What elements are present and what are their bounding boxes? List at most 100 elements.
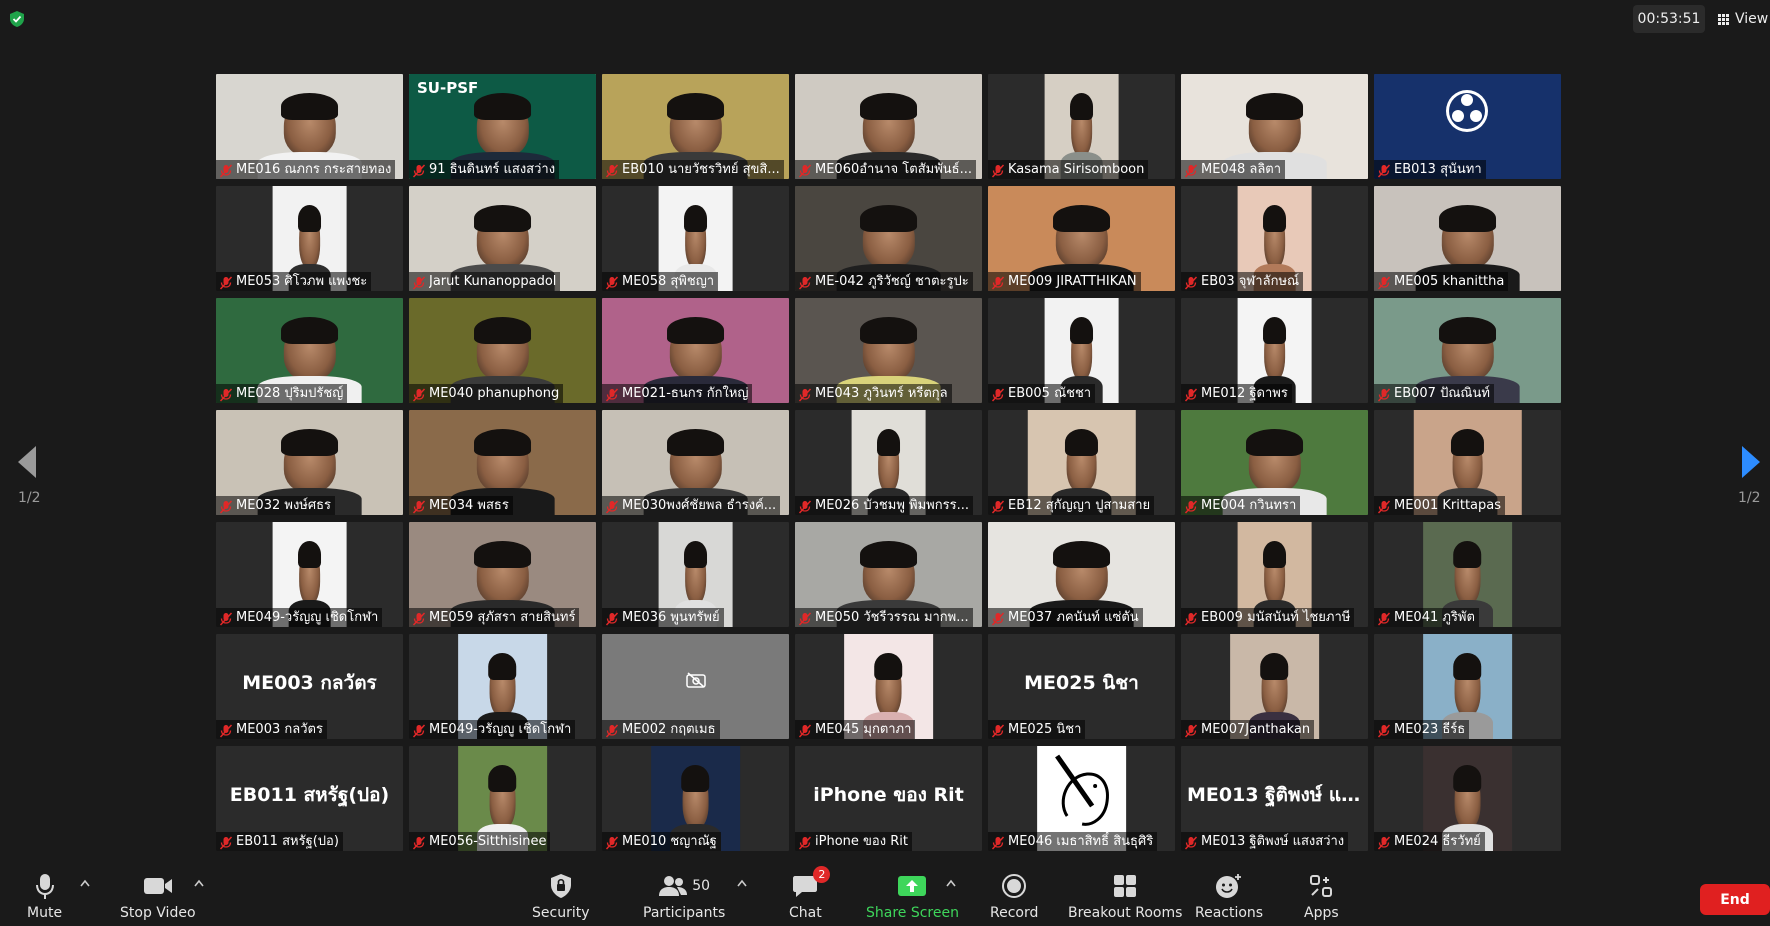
muted-mic-icon [219, 723, 233, 738]
participant-tile[interactable]: Kasama Sirisomboon [988, 74, 1175, 179]
participant-tile[interactable]: ME009 JIRATTHIKAN [988, 186, 1175, 291]
participant-tile[interactable]: ME024 ธีรวัทย์ [1374, 746, 1561, 851]
participant-hair [1262, 204, 1287, 233]
participant-tile[interactable]: EB011 สหรัฐ(ปอ) EB011 สหรัฐ(ปอ) [216, 746, 403, 851]
security-label: Security [532, 905, 590, 921]
participants-button[interactable]: 50 Participants [643, 872, 725, 921]
participant-name-label: ME028 ปุริมปรัชญ์ [216, 384, 348, 403]
participant-tile[interactable]: ME034 พสธร [409, 410, 596, 515]
participant-tile[interactable]: ME060อำนาจ โตสัมพันธ์... [795, 74, 982, 179]
muted-mic-icon [991, 387, 1005, 402]
muted-mic-icon [412, 499, 426, 514]
participant-tile[interactable]: ME004 กวินทรา [1181, 410, 1368, 515]
participant-display-name: ME013 ฐิติพงษ์ แ... [1187, 784, 1363, 806]
participant-name-label: ME023 ธีร์ธ [1374, 720, 1470, 739]
participant-tile[interactable]: ME053 ศิโวภพ แพงชะ [216, 186, 403, 291]
participant-tile[interactable]: EB013 สุนันทา [1374, 74, 1561, 179]
participant-tile[interactable]: ME003 กลวัตร ME003 กลวัตร [216, 634, 403, 739]
participant-tile[interactable]: SU-PSF 91 ธินดินทร์ แสงสว่าง [409, 74, 596, 179]
participant-tile[interactable]: ME005 khanittha [1374, 186, 1561, 291]
participant-tile[interactable]: ME059 สุภัสรา สายสินทร์ [409, 522, 596, 627]
participant-hair [1245, 92, 1304, 121]
muted-mic-icon [1184, 163, 1198, 178]
reactions-button[interactable]: Reactions [1195, 872, 1263, 921]
participant-name-label: ME032 พงษ์ศธร [216, 496, 336, 515]
participant-name-label: ME060อำนาจ โตสัมพันธ์... [795, 160, 977, 179]
participants-options-caret-icon[interactable] [737, 879, 747, 887]
participant-tile[interactable]: ME026 บัวชมพู พิมพกรร... [795, 410, 982, 515]
participant-tile[interactable]: ME048 ลลิตา [1181, 74, 1368, 179]
share-screen-options-caret-icon[interactable] [946, 879, 956, 887]
participant-tile[interactable]: ME058 สุพิชญา [602, 186, 789, 291]
view-button[interactable]: View [1718, 8, 1768, 30]
apps-button[interactable]: Apps [1304, 872, 1339, 921]
participant-tile[interactable]: ME049-วรัญญู เชิดโกฬา [409, 634, 596, 739]
participant-tile[interactable]: ME040 phanuphong [409, 298, 596, 403]
participant-tile[interactable]: ME002 กฤตเมธ [602, 634, 789, 739]
participant-hair [859, 92, 918, 121]
muted-mic-icon [605, 499, 619, 514]
security-shield-icon [550, 874, 571, 898]
participant-tile[interactable]: EB010 นายวัชรวิทย์ สุขสิ... [602, 74, 789, 179]
participant-name: iPhone ของ Rit [815, 834, 908, 849]
participant-tile[interactable]: ME021-ธนกร กักใหญ่ [602, 298, 789, 403]
participant-tile[interactable]: ME-042 ภูริวัชญ์ ชาตะรูปะ [795, 186, 982, 291]
participant-tile[interactable]: ME056-Sitthisinee [409, 746, 596, 851]
security-button[interactable]: Security [532, 872, 590, 921]
record-button[interactable]: Record [990, 872, 1038, 921]
participant-tile[interactable]: ME030พงศ์ชัยพล ธำรงค์... [602, 410, 789, 515]
participant-hair [1262, 316, 1287, 345]
participant-tile[interactable]: EB009 มนัสนันท์ ไชยภาษี [1181, 522, 1368, 627]
participant-name-label: ME005 khanittha [1374, 272, 1509, 291]
participant-tile[interactable]: ME041 ภูริพัต [1374, 522, 1561, 627]
participant-tile[interactable]: ME036 พูนทรัพย์ [602, 522, 789, 627]
video-camera-icon [143, 878, 172, 894]
participant-hair [1453, 764, 1482, 793]
participant-tile[interactable]: Jarut Kunanoppadol [409, 186, 596, 291]
mute-label: Mute [27, 905, 63, 921]
participant-tile[interactable]: ME037 ภคนันท์ แซ่ตัน [988, 522, 1175, 627]
participant-tile[interactable]: ME046 เมธาสิทธิ์ สินธุศิริ [988, 746, 1175, 851]
participant-hair [473, 204, 532, 233]
participant-name-label: EB03 จุฬาลักษณ์ [1181, 272, 1304, 291]
participant-tile[interactable]: ME016 ณภกร กระสายทอง [216, 74, 403, 179]
participant-tile[interactable]: ME010 ชญาณัฐ [602, 746, 789, 851]
participant-tile[interactable]: ME043 ภูวินทร์ หรีตกุล [795, 298, 982, 403]
participant-tile[interactable]: ME049-วรัญญู เชิดโกฬา [216, 522, 403, 627]
mute-button[interactable]: Mute [27, 872, 62, 921]
participant-tile[interactable]: ME023 ธีร์ธ [1374, 634, 1561, 739]
previous-page-arrow-icon[interactable] [16, 444, 38, 480]
participant-tile[interactable]: ME032 พงษ์ศธร [216, 410, 403, 515]
participant-tile[interactable]: EB03 จุฬาลักษณ์ [1181, 186, 1368, 291]
participant-tile[interactable]: EB007 ปัณณินท์ [1374, 298, 1561, 403]
audio-options-caret-icon[interactable] [80, 879, 90, 887]
participant-name-label: ME037 ภคนันท์ แซ่ตัน [988, 608, 1143, 627]
end-meeting-button[interactable]: End [1700, 884, 1770, 915]
participant-hair [1245, 428, 1304, 457]
participant-tile[interactable]: ME013 ฐิติพงษ์ แ... ME013 ฐิติพงษ์ แสงสว่… [1181, 746, 1368, 851]
muted-mic-icon [1184, 835, 1198, 850]
encryption-shield-icon[interactable] [8, 10, 26, 28]
participant-tile[interactable]: iPhone ของ Rit iPhone ของ Rit [795, 746, 982, 851]
participant-hair [1450, 428, 1485, 457]
participant-tile[interactable]: EB005 ณัชชา [988, 298, 1175, 403]
participant-tile[interactable]: ME028 ปุริมปรัชญ์ [216, 298, 403, 403]
participant-tile[interactable]: EB12 สุกัญญา ปูสามสาย [988, 410, 1175, 515]
participants-count: 50 [692, 878, 711, 894]
participant-tile[interactable]: ME007Janthakan [1181, 634, 1368, 739]
chat-button[interactable]: 2 Chat [789, 866, 831, 921]
participant-hair [1438, 316, 1497, 345]
participant-name: ME053 ศิโวภพ แพงชะ [236, 274, 368, 289]
participant-name-label: ME016 ณภกร กระสายทอง [216, 160, 396, 179]
participant-name: ME009 JIRATTHIKAN [1008, 274, 1137, 289]
participant-tile[interactable]: ME050 วัชรีวรรณ มากพ... [795, 522, 982, 627]
participant-tile[interactable]: ME012 ฐิดาพร [1181, 298, 1368, 403]
participant-name-label: ME025 นิชา [988, 720, 1086, 739]
video-options-caret-icon[interactable] [194, 879, 204, 887]
next-page-arrow-icon[interactable] [1740, 444, 1762, 480]
participant-tile[interactable]: ME045 มุกตาภา [795, 634, 982, 739]
participant-tile[interactable]: ME025 นิชา ME025 นิชา [988, 634, 1175, 739]
stop-video-button[interactable]: Stop Video [120, 872, 196, 921]
breakout-rooms-button[interactable]: Breakout Rooms [1068, 872, 1182, 921]
participant-tile[interactable]: ME001 Krittapas [1374, 410, 1561, 515]
